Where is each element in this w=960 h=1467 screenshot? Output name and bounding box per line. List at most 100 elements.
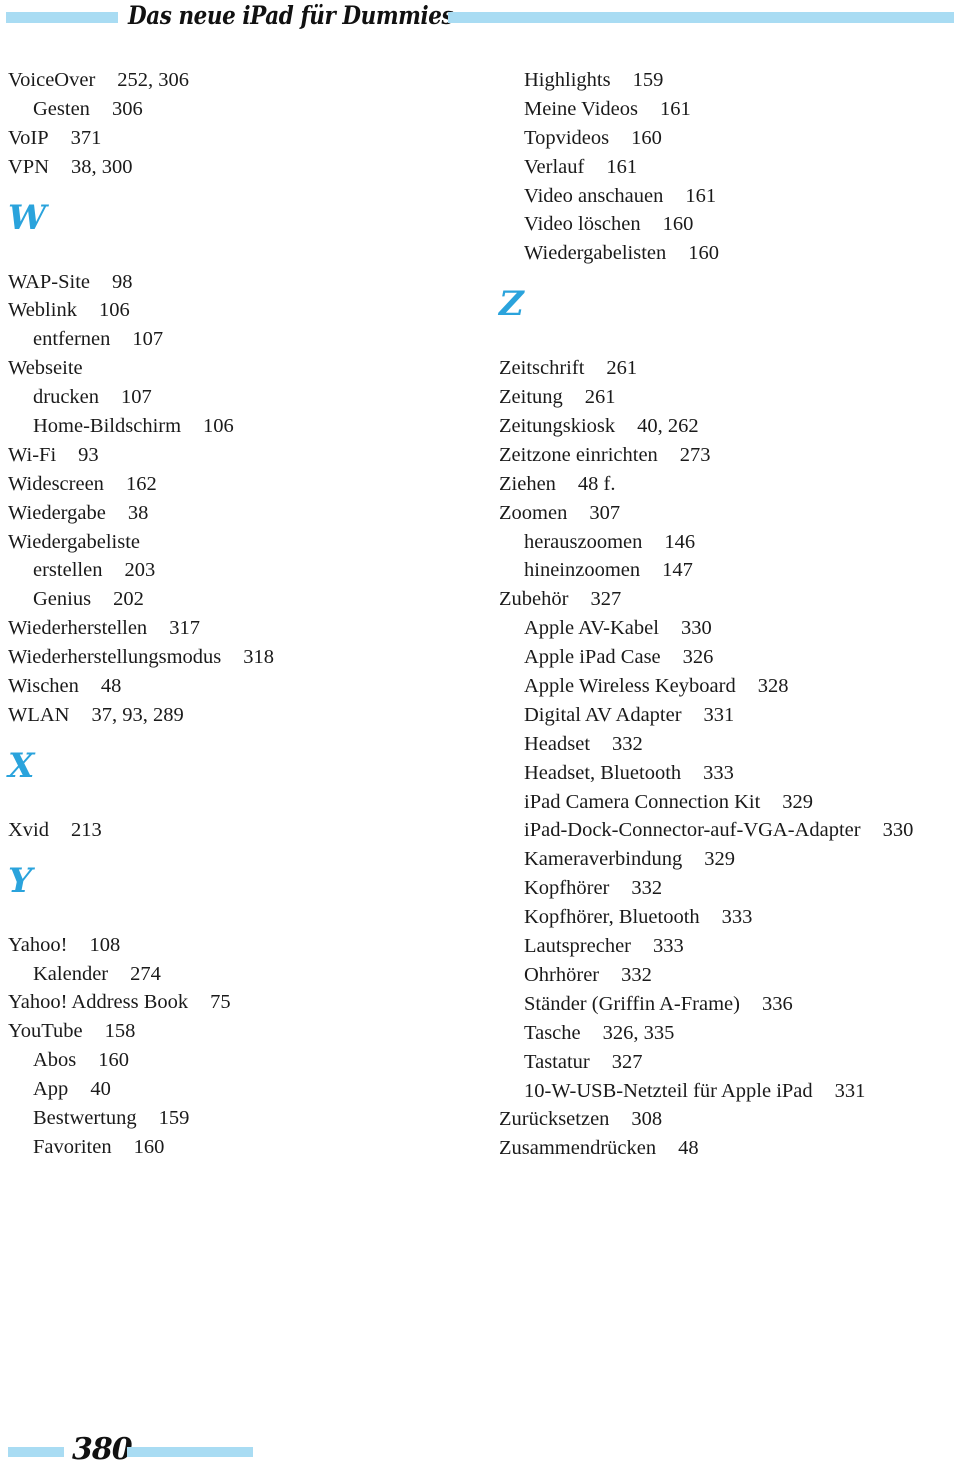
index-subentry: iPad Camera Connection Kit 329 xyxy=(499,788,954,817)
index-subentry: 10-W-USB-Netzteil für Apple iPad 331 xyxy=(499,1077,954,1106)
index-term: Apple iPad Case xyxy=(524,646,661,669)
page-reference: 331 xyxy=(703,703,735,726)
page-reference: 38, 300 xyxy=(71,155,133,178)
index-entry: Wischen 48 xyxy=(8,672,478,701)
page-reference: 318 xyxy=(243,646,274,669)
index-entry: Zeitschrift 261 xyxy=(499,354,954,383)
index-term: Kopfhörer, Bluetooth xyxy=(524,906,700,929)
index-subentry: Apple AV-Kabel 330 xyxy=(499,614,954,643)
page-reference: 38 xyxy=(127,501,149,524)
index-term: drucken xyxy=(33,386,100,409)
index-subentry: Kameraverbindung 329 xyxy=(499,845,954,874)
index-subentry: Highlights 159 xyxy=(499,66,954,95)
footer-bar-right xyxy=(127,1447,253,1457)
index-entry: Ziehen 48 f. xyxy=(499,470,954,499)
index-subentry: Kopfhörer 332 xyxy=(499,874,954,903)
page-reference: 160 xyxy=(133,1135,165,1158)
index-entry: VoIP 371 xyxy=(8,124,478,153)
index-entry: Zeitungskiosk 40, 262 xyxy=(499,412,954,441)
index-term: Kameraverbindung xyxy=(524,848,683,871)
index-term: Zubehör xyxy=(499,588,569,611)
index-term: YouTube xyxy=(8,1020,83,1043)
index-subentry: Tasche 326, 335 xyxy=(499,1019,954,1048)
letter-heading-text: Z xyxy=(499,284,524,325)
index-entry: WLAN 37, 93, 289 xyxy=(8,701,478,730)
index-term: Topvideos xyxy=(524,126,610,149)
page-reference: 332 xyxy=(631,877,663,900)
index-subentry: Kopfhörer, Bluetooth 333 xyxy=(499,903,954,932)
page-reference: 106 xyxy=(98,299,130,322)
page-reference: 252, 306 xyxy=(117,69,190,91)
page-reference: 274 xyxy=(130,962,161,985)
page-reference: 159 xyxy=(158,1107,190,1130)
index-term: 10-W-USB-Netzteil für Apple iPad xyxy=(524,1079,813,1102)
page-reference: 333 xyxy=(703,761,734,784)
index-column-right: Highlights 159 Meine Videos 161 Topvideos 160… xyxy=(499,66,954,1163)
index-term: Gesten xyxy=(33,97,90,120)
index-entry: Zeitung 261 xyxy=(499,383,954,412)
index-term: iPad-Dock-Connector-auf-VGA-Adapter xyxy=(524,819,861,842)
page-reference: 213 xyxy=(71,818,102,841)
page-reference: 146 xyxy=(664,530,696,553)
page-reference: 333 xyxy=(721,906,753,929)
footer-bar-left xyxy=(8,1447,64,1457)
index-subentry: Video löschen 160 xyxy=(499,210,954,239)
page-reference: 161 xyxy=(606,155,638,178)
index-term: Ohrhörer xyxy=(524,963,600,986)
page-reference: 160 xyxy=(688,242,719,265)
page-reference: 158 xyxy=(104,1020,136,1043)
index-term: Zeitung xyxy=(499,386,563,409)
index-term: Video löschen xyxy=(524,213,641,236)
index-subentry: Wiedergabelisten 160 xyxy=(499,239,954,268)
index-subentry: Headset 332 xyxy=(499,730,954,759)
page-reference: 161 xyxy=(685,184,717,207)
index-subentry: iPad-Dock-Connector-auf-VGA-Adapter 330 xyxy=(499,816,954,845)
page-reference: 48 f. xyxy=(577,472,616,495)
page-reference: 98 xyxy=(112,270,133,293)
index-term: Genius xyxy=(33,588,92,611)
page-footer: 380 xyxy=(0,1430,300,1467)
page-reference: 203 xyxy=(124,559,156,582)
page-reference: 327 xyxy=(590,588,622,611)
index-entry: Wiedergabeliste xyxy=(8,528,478,557)
index-term: Digital AV Adapter xyxy=(524,703,682,726)
index-subentry: Apple Wireless Keyboard 328 xyxy=(499,672,954,701)
index-term: Headset xyxy=(524,732,591,755)
page-reference: 336 xyxy=(761,992,793,1015)
index-term: Ständer (Griffin A-Frame) xyxy=(524,992,740,1015)
page-number: 380 xyxy=(72,1432,133,1467)
index-term: Wiederherstellungsmodus xyxy=(8,646,222,669)
index-term: erstellen xyxy=(33,559,103,582)
index-term: Webseite xyxy=(8,357,83,380)
index-subentry: Lautsprecher 333 xyxy=(499,932,954,961)
index-term: Zurücksetzen xyxy=(499,1108,610,1131)
page-reference: 161 xyxy=(659,97,691,120)
index-subentry: Genius 202 xyxy=(8,585,478,614)
index-subentry: Apple iPad Case 326 xyxy=(499,643,954,672)
index-term: Widescreen xyxy=(8,472,104,495)
index-term: hineinzoomen xyxy=(524,559,641,582)
index-entry: Wi-Fi 93 xyxy=(8,441,478,470)
book-title: Das neue iPad für Dummies xyxy=(128,1,454,30)
index-term: WLAN xyxy=(8,703,70,726)
index-entry: Zurücksetzen 308 xyxy=(499,1105,954,1134)
index-term: Yahoo! xyxy=(8,933,68,956)
index-term: VPN xyxy=(8,155,50,178)
index-term: Verlauf xyxy=(524,155,585,178)
index-term: Bestwertung xyxy=(33,1107,137,1130)
page-reference: 202 xyxy=(113,588,144,611)
index-term: Weblink xyxy=(8,299,77,322)
index-term: Wischen xyxy=(8,675,79,698)
index-term: Zoomen xyxy=(499,501,568,524)
index-entry: Yahoo! Address Book 75 xyxy=(8,988,478,1017)
index-term: Zusammendrücken xyxy=(499,1137,657,1160)
index-column-left: VoiceOver 252, 306 Gesten 306 VoIP 371 VPN 38, … xyxy=(8,66,478,1162)
index-subentry: Abos 160 xyxy=(8,1046,478,1075)
index-term: Kopfhörer xyxy=(524,877,610,900)
index-subentry: Home-Bildschirm 106 xyxy=(8,412,478,441)
index-entry: Zubehör 327 xyxy=(499,585,954,614)
page-reference: 273 xyxy=(679,443,711,466)
index-term: Apple Wireless Keyboard xyxy=(524,675,736,698)
letter-heading: Y xyxy=(8,845,478,931)
page-reference: 159 xyxy=(632,69,664,91)
